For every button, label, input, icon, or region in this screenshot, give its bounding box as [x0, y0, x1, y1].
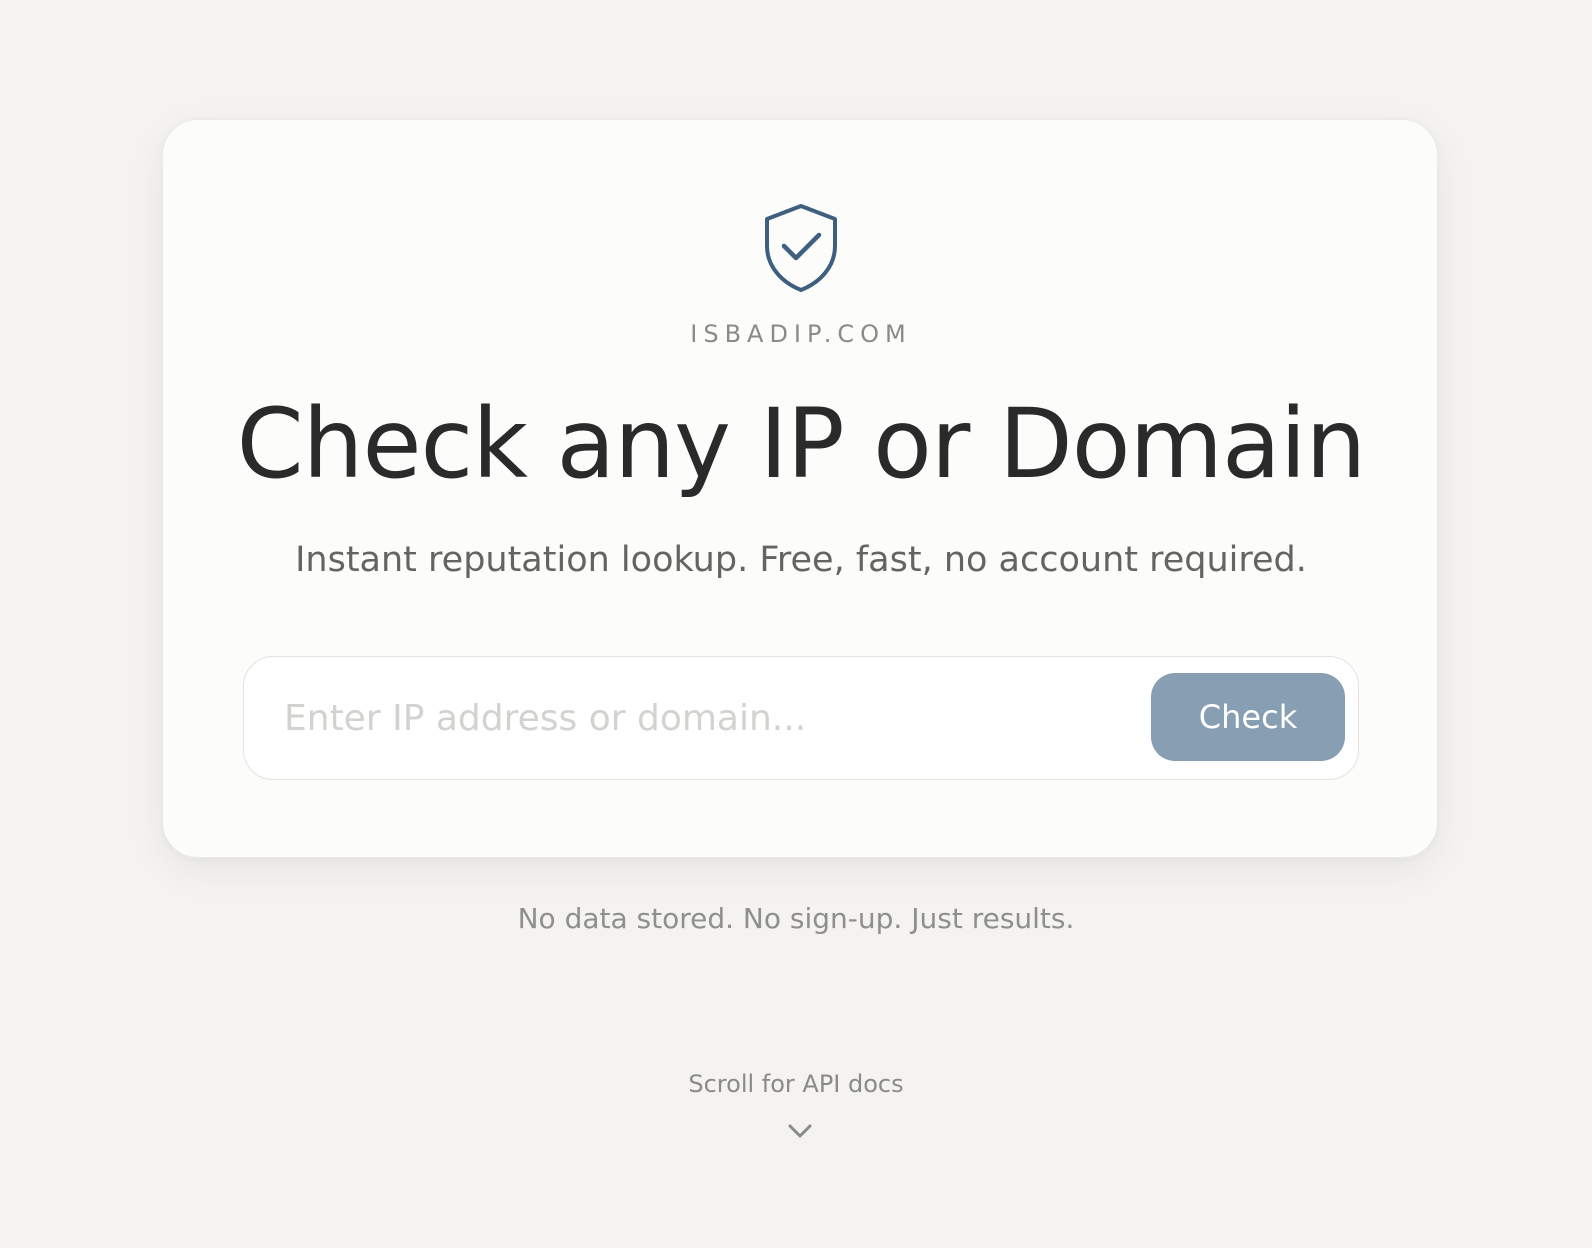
shield-check-icon: [765, 204, 837, 292]
brand-name: ISBADIP.COM: [690, 320, 912, 348]
lookup-card: ISBADIP.COM Check any IP or Domain Insta…: [162, 119, 1438, 858]
page-title: Check any IP or Domain: [236, 388, 1367, 500]
privacy-tagline: No data stored. No sign-up. Just results…: [517, 902, 1075, 935]
check-button[interactable]: Check: [1151, 673, 1345, 761]
search-input[interactable]: [264, 675, 1154, 761]
search-bar: Check: [243, 656, 1359, 780]
scroll-hint-link[interactable]: Scroll for API docs: [0, 1070, 1592, 1098]
chevron-down-icon[interactable]: [784, 1120, 816, 1142]
page-subtitle: Instant reputation lookup. Free, fast, n…: [295, 540, 1307, 580]
